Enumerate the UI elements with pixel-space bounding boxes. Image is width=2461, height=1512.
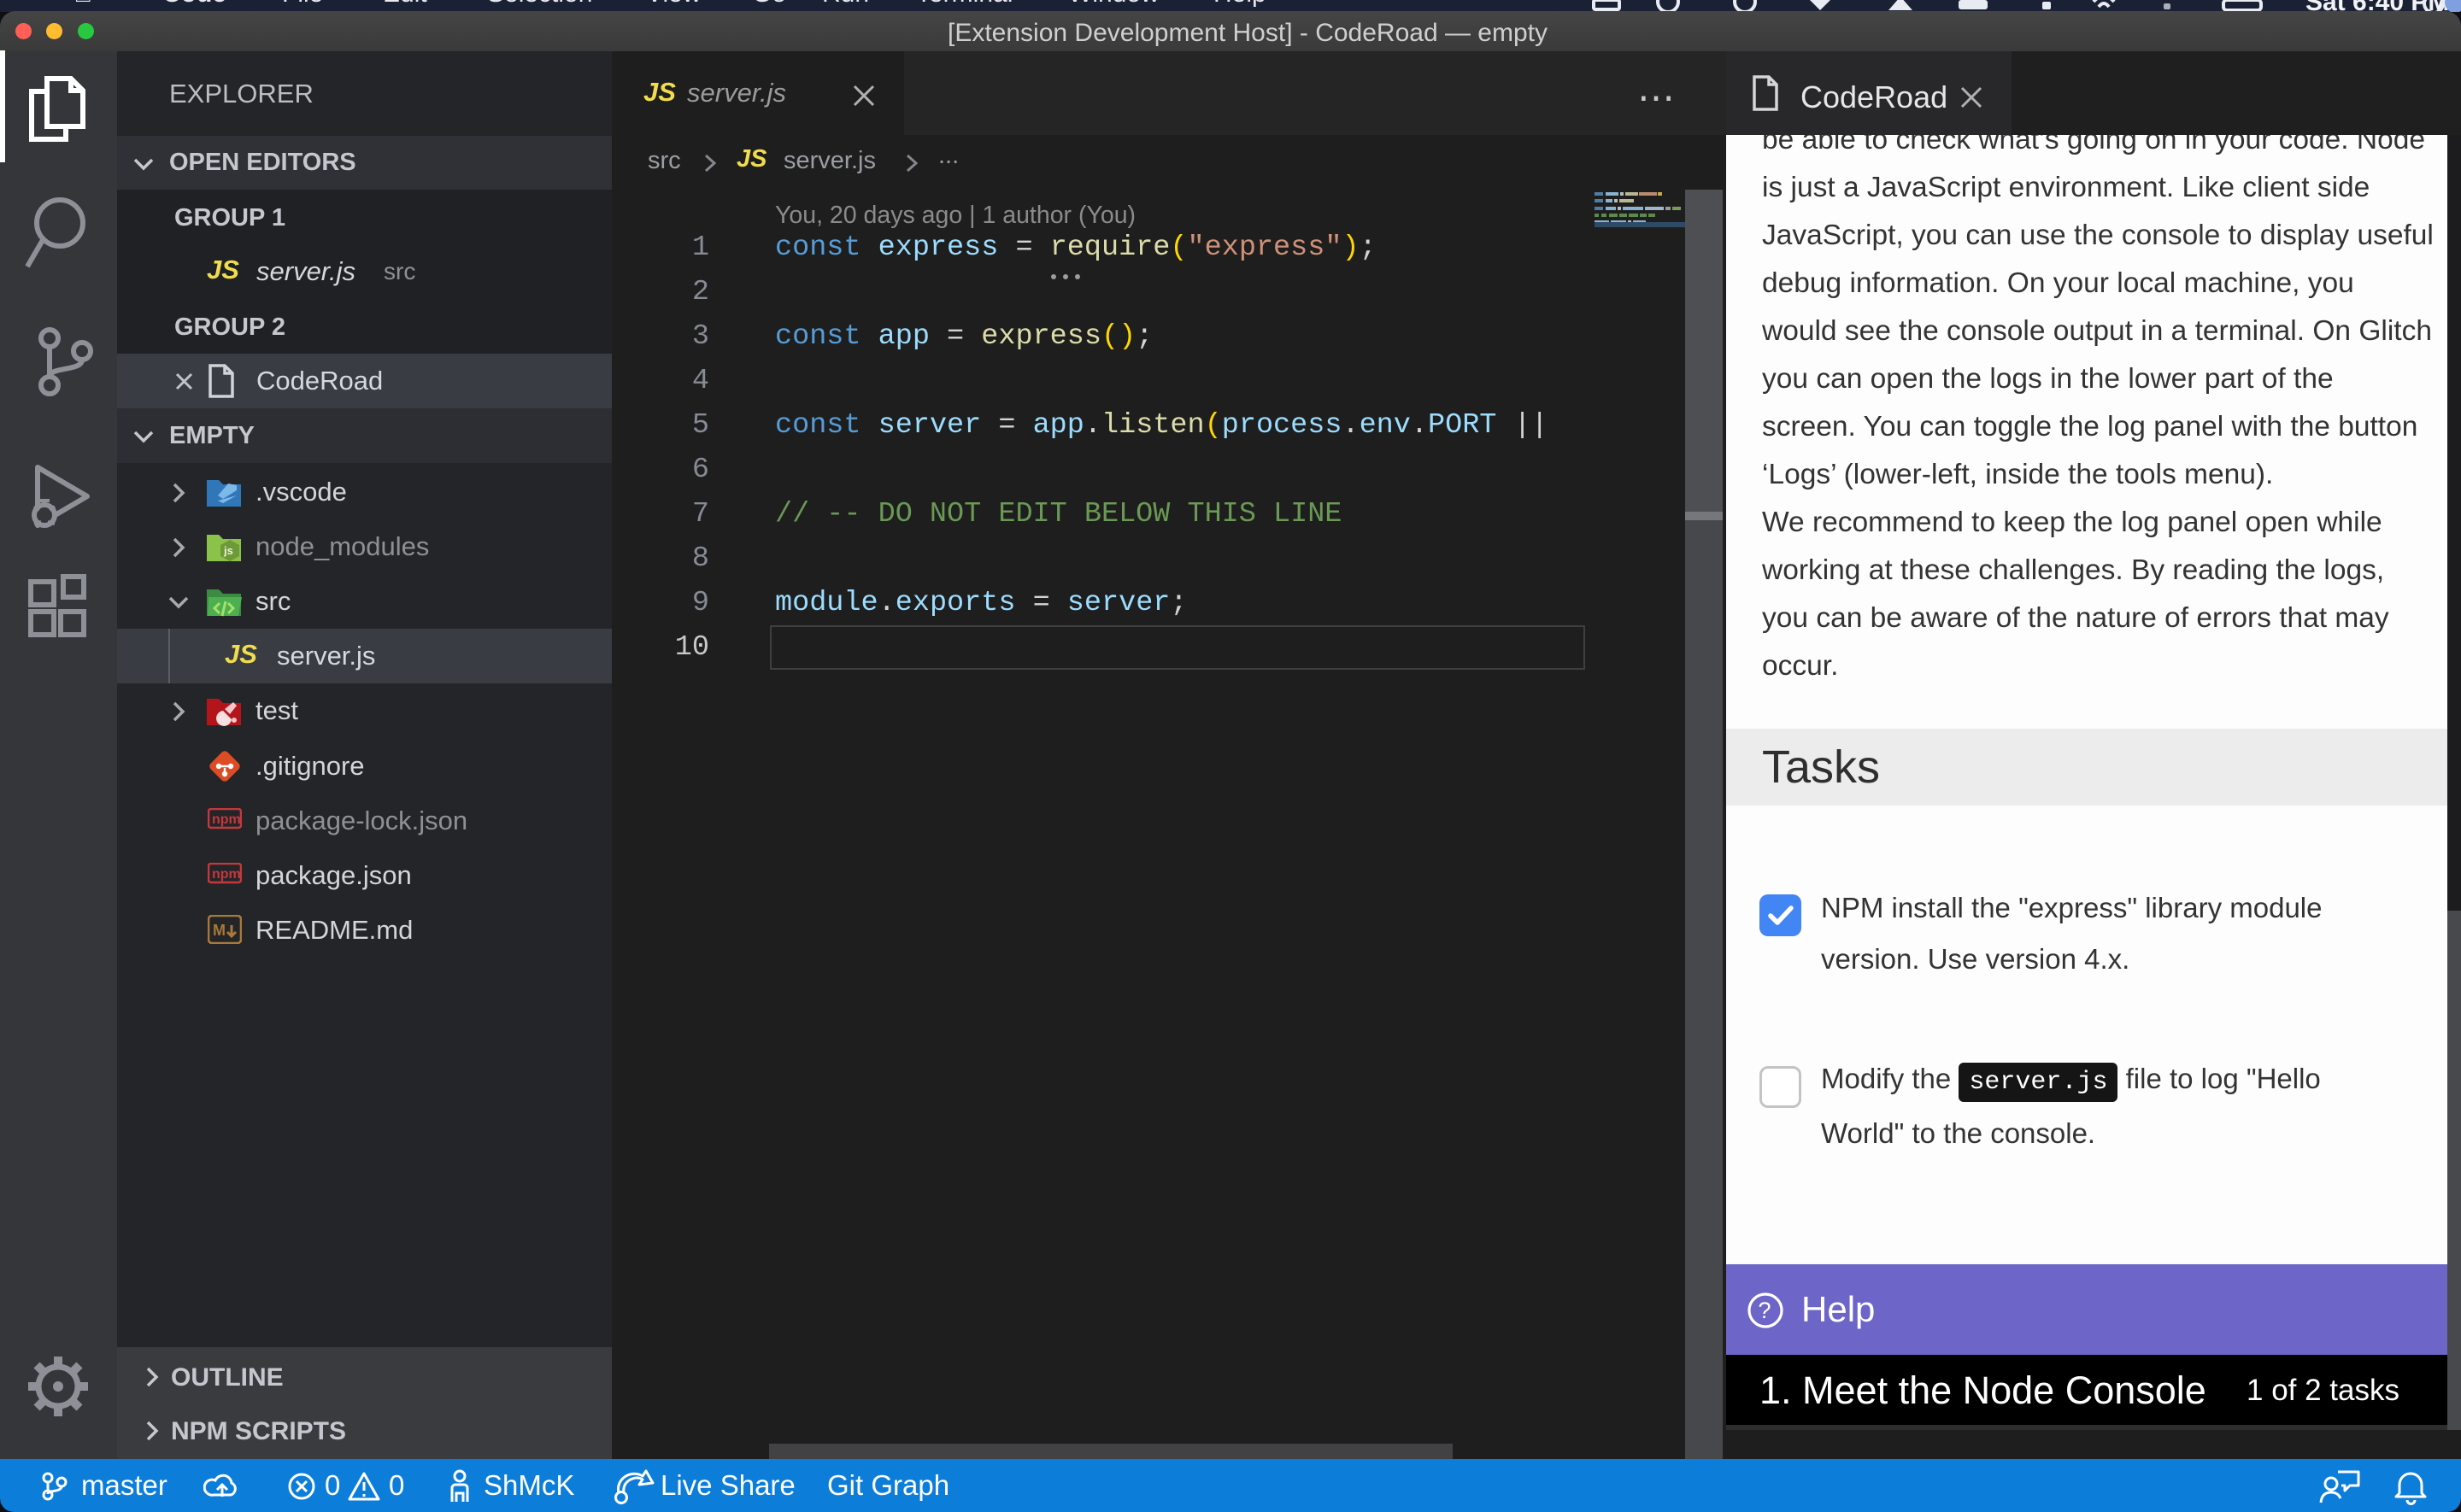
svg-text:js: js <box>223 544 233 557</box>
svg-text:?: ? <box>1759 1298 1771 1323</box>
svg-text:npm: npm <box>212 867 241 882</box>
svg-text:npm: npm <box>212 812 241 827</box>
svg-text:M: M <box>213 922 226 939</box>
